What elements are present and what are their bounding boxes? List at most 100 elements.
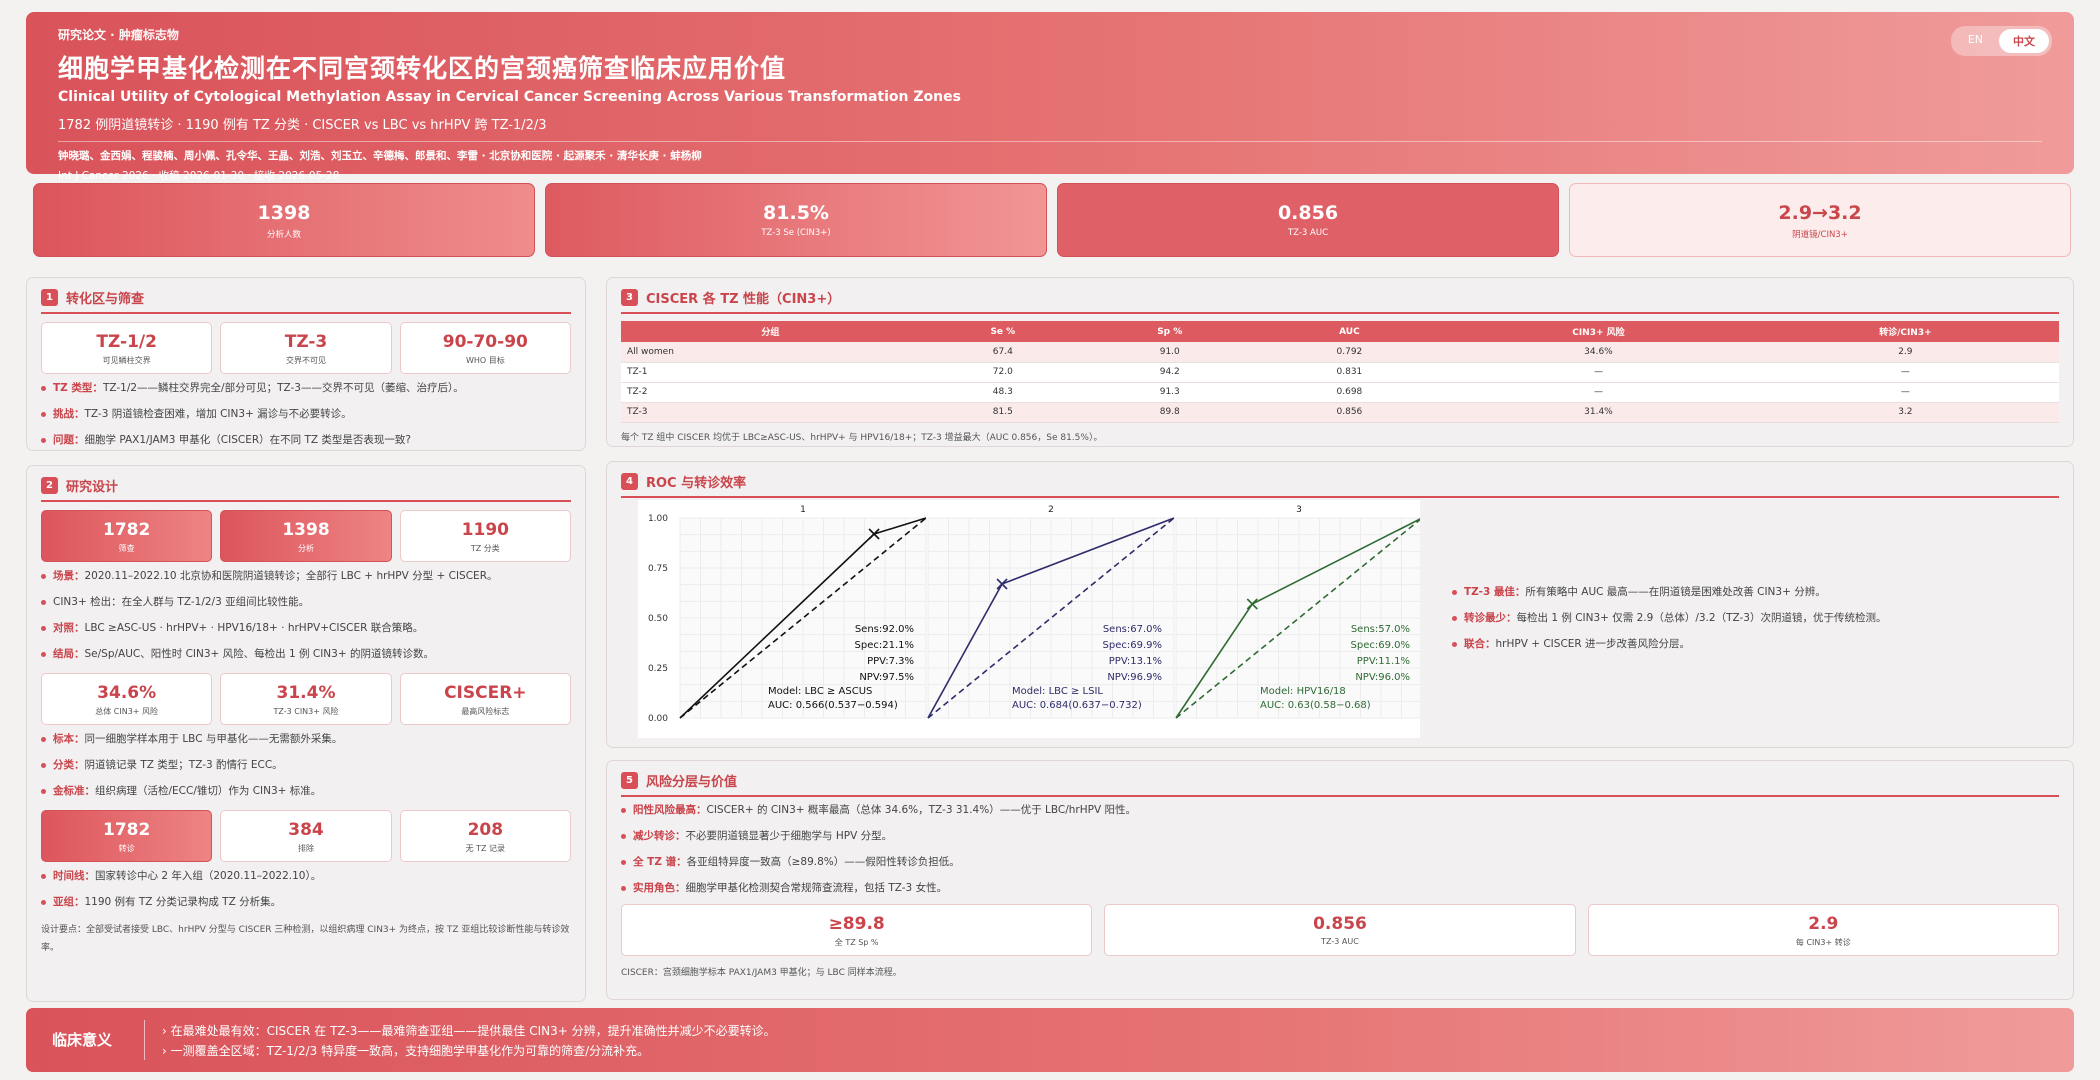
bullet-key: 实用角色： bbox=[633, 882, 686, 894]
table-header-row: 分组 Se % Sp % AUC CIN3+ 风险 转诊/CIN3+ bbox=[621, 321, 2059, 342]
table-row: TZ-2 48.3 91.3 0.698— — bbox=[621, 382, 2059, 403]
stat-value: ≥89.8 bbox=[828, 914, 885, 934]
section-title: 风险分层与价值 bbox=[646, 775, 738, 790]
kpi-card: 1398 分析人数 bbox=[33, 183, 535, 257]
table-cell: All women bbox=[621, 342, 920, 363]
title-en: Clinical Utility of Cytological Methylat… bbox=[58, 89, 961, 105]
table-cell: — bbox=[1751, 362, 2059, 383]
table-cell: 81.5 bbox=[919, 402, 1086, 423]
section-title: 转化区与筛查 bbox=[66, 292, 145, 307]
roc-stat-label: NPV:96.9% bbox=[1107, 672, 1162, 683]
list-item: 实用角色：细胞学甲基化检测契合常规筛查流程，包括 TZ-3 女性。 bbox=[621, 881, 2059, 896]
model-label: Model: LBC ≥ LSIL bbox=[1012, 686, 1103, 697]
stat-label: 每 CIN3+ 转诊 bbox=[1795, 938, 1851, 947]
bullet-text: 细胞学甲基化检测契合常规筛查流程，包括 TZ-3 女性。 bbox=[685, 882, 948, 894]
bullet-text: 每检出 1 例 CIN3+ 仅需 2.9（总体）/3.2（TZ-3）次阴道镜，优… bbox=[1516, 612, 1887, 624]
section-number: 4 bbox=[621, 473, 638, 490]
table-cell: 31.4% bbox=[1445, 402, 1752, 423]
bullet-text: 所有策略中 AUC 最高——在阴道镜是困难处改善 CIN3+ 分辨。 bbox=[1525, 586, 1826, 598]
bullet-list: TZ 类型：TZ-1/2——鳞柱交界完全/部分可见；TZ-3——交界不可见（萎缩… bbox=[41, 381, 571, 448]
roc-stat-label: Spec:69.9% bbox=[1103, 640, 1162, 651]
table-note: 每个 TZ 组中 CISCER 均优于 LBC≥ASC-US、hrHPV+ 与 … bbox=[621, 432, 1103, 443]
bullet-text: Se/Sp/AUC、阳性时 CIN3+ 风险、每检出 1 例 CIN3+ 的阴道… bbox=[84, 648, 434, 660]
table-cell: TZ-2 bbox=[621, 382, 920, 403]
stat-label: 交界不可见 bbox=[285, 356, 326, 365]
stat-box: TZ-3 交界不可见 bbox=[220, 322, 392, 374]
roc-bullets: TZ-3 最佳：所有策略中 AUC 最高——在阴道镜是困难处改善 CIN3+ 分… bbox=[1452, 578, 2072, 663]
roc-figure: 1.00 0.75 0.50 0.25 0.00 1 Sens:92.0% Spec:21.1… bbox=[638, 500, 1423, 738]
stat-label: TZ-3 CIN3+ 风险 bbox=[273, 707, 339, 716]
lang-zh-button[interactable]: 中文 bbox=[1999, 29, 2049, 53]
stat-value: 1782 bbox=[103, 820, 151, 840]
auc-label: AUC: 0.566(0.537−0.594) bbox=[768, 700, 898, 711]
y-tick-label: 1.00 bbox=[648, 514, 668, 524]
column-header: Sp % bbox=[1085, 321, 1254, 342]
table-cell: 91.3 bbox=[1085, 382, 1254, 403]
stat-box: 1782 筛查 bbox=[41, 510, 213, 562]
stat-value: TZ-3 bbox=[284, 332, 328, 352]
list-item: 阳性风险最高：CISCER+ 的 CIN3+ 概率最高（总体 34.6%，TZ-… bbox=[621, 803, 2059, 818]
table-cell: 34.6% bbox=[1445, 342, 1752, 363]
column-header: 转诊/CIN3+ bbox=[1751, 321, 2059, 342]
table-cell: TZ-1 bbox=[621, 362, 920, 383]
stat-label: 全 TZ Sp % bbox=[834, 938, 879, 947]
section-header: 3 CISCER 各 TZ 性能（CIN3+） bbox=[621, 288, 2059, 314]
poster: 研究论文 · 肿瘤标志物 细胞学甲基化检测在不同宫颈转化区的宫颈癌筛查临床应用价… bbox=[0, 0, 2100, 1080]
bullet-key: 问题： bbox=[53, 434, 85, 446]
list-item: 场景：2020.11–2022.10 北京协和医院阴道镜转诊；全部行 LBC +… bbox=[41, 569, 571, 584]
kpi-card: 2.9→3.2 阴道镜/CIN3+ bbox=[1569, 183, 2071, 257]
section-study-design: 2 研究设计 1782 筛查 1398 分析 1190 TZ 分类 场景：2020.1… bbox=[26, 465, 586, 1002]
roc-stat-label: Sens:92.0% bbox=[855, 624, 914, 635]
bullet-key: 结局： bbox=[53, 648, 85, 660]
section-number: 1 bbox=[41, 289, 58, 306]
subline: 1782 例阴道镜转诊 · 1190 例有 TZ 分类 · CISCER vs … bbox=[58, 118, 547, 133]
bullet-key: 标本： bbox=[53, 733, 85, 745]
kpi-label: TZ-3 Se (CIN3+) bbox=[761, 228, 831, 238]
authors: 钟晓璐、金西娟、程骏楠、周小佩、孔令华、王晶、刘浩、刘玉立、辛德梅、郎景和、李雷… bbox=[58, 150, 702, 162]
language-toggle[interactable]: EN 中文 bbox=[1950, 26, 2052, 56]
lang-en-button[interactable]: EN bbox=[1954, 29, 1997, 53]
stat-boxes: TZ-1/2 可见鳞柱交界 TZ-3 交界不可见 90-70-90 WHO 目标 bbox=[41, 322, 571, 374]
list-item: 挑战：TZ-3 阴道镜检查困难，增加 CIN3+ 漏诊与不必要转诊。 bbox=[41, 407, 571, 422]
stat-label: WHO 目标 bbox=[465, 356, 505, 365]
kpi-label: 分析人数 bbox=[266, 230, 301, 240]
list-item: 问题：细胞学 PAX1/JAM3 甲基化（CISCER）在不同 TZ 类型是否表… bbox=[41, 433, 571, 448]
bullet-key: 场景： bbox=[53, 570, 85, 582]
bullet-list: TZ-3 最佳：所有策略中 AUC 最高——在阴道镜是困难处改善 CIN3+ 分… bbox=[1452, 585, 2072, 652]
bullet-key: 对照： bbox=[53, 622, 85, 634]
kpi-value: 81.5% bbox=[763, 202, 829, 224]
stat-value: 1782 bbox=[103, 520, 151, 540]
stat-label: 排除 bbox=[297, 844, 314, 853]
stat-value: 31.4% bbox=[276, 683, 336, 703]
table-cell: 3.2 bbox=[1751, 402, 2059, 423]
roc-stat-label: PPV:13.1% bbox=[1109, 656, 1162, 667]
list-item: 亚组：1190 例有 TZ 分类记录构成 TZ 分析集。 bbox=[41, 895, 571, 910]
table-cell: 0.792 bbox=[1253, 342, 1446, 363]
stat-box: ≥89.8 全 TZ Sp % bbox=[621, 904, 1093, 956]
bullet-text: 组织病理（活检/ECC/锥切）作为 CIN3+ 标准。 bbox=[95, 785, 322, 797]
kpi-value: 1398 bbox=[257, 202, 311, 224]
bullet-text: 各亚组特异度一致高（≥89.8%）——假阳性转诊负担低。 bbox=[686, 856, 960, 868]
column-header: Se % bbox=[919, 321, 1086, 342]
auc-label: AUC: 0.684(0.637−0.732) bbox=[1012, 700, 1142, 711]
section-title: CISCER 各 TZ 性能（CIN3+） bbox=[646, 292, 841, 307]
kpi-value: 0.856 bbox=[1277, 202, 1339, 224]
stat-value: 34.6% bbox=[97, 683, 157, 703]
bullet-key: 时间线： bbox=[53, 870, 95, 882]
stat-box: 2.9 每 CIN3+ 转诊 bbox=[1587, 904, 2059, 956]
stat-box: 384 排除 bbox=[220, 810, 392, 862]
bullet-key: 金标准： bbox=[53, 785, 95, 797]
table-row: TZ-1 72.0 94.2 0.831— — bbox=[621, 362, 2059, 383]
stat-boxes: ≥89.8 全 TZ Sp % 0.856 TZ-3 AUC 2.9 每 CIN3+ … bbox=[621, 904, 2059, 956]
section-header: 4 ROC 与转诊效率 bbox=[621, 472, 2059, 498]
table-row: TZ-3 81.5 89.8 0.856 31.4% 3.2 bbox=[621, 402, 2059, 423]
column-header: AUC bbox=[1253, 321, 1446, 342]
stat-box: 1782 转诊 bbox=[41, 810, 213, 862]
stat-box: 90-70-90 WHO 目标 bbox=[399, 322, 571, 374]
stat-value: TZ-1/2 bbox=[96, 332, 157, 352]
stat-value: 0.856 bbox=[1313, 914, 1367, 934]
section-title: 研究设计 bbox=[66, 480, 119, 495]
panel-title: 2 bbox=[1048, 505, 1054, 515]
bullet-key: 全 TZ 谱： bbox=[633, 856, 687, 868]
table-cell: 48.3 bbox=[919, 382, 1086, 403]
